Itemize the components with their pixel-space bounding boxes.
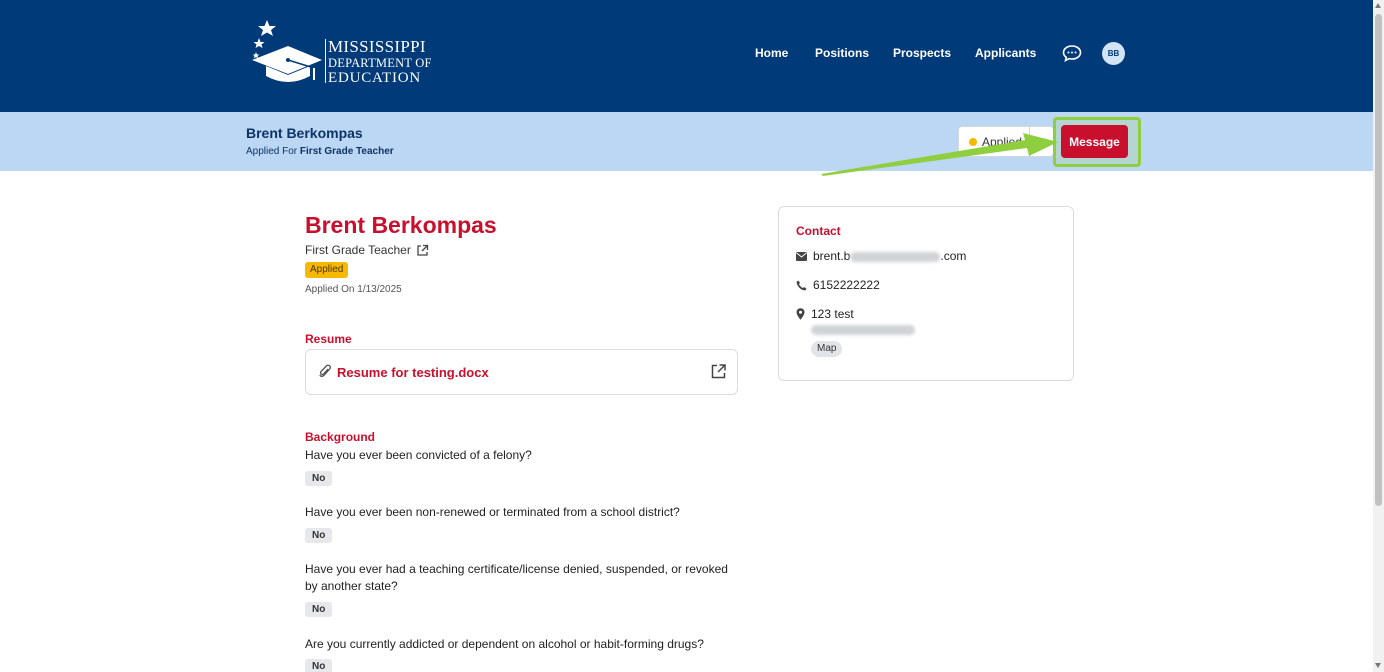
- map-button[interactable]: Map: [811, 341, 843, 357]
- graduation-cap-stars-logo: [252, 20, 322, 82]
- address-redacted: [811, 325, 915, 335]
- background-question: Have you ever had a teaching certificate…: [305, 562, 728, 593]
- candidate-name: Brent Berkompas: [305, 212, 497, 238]
- resume-section-title: Resume: [305, 332, 352, 346]
- contact-title: Contact: [796, 224, 841, 238]
- candidate-position-text: First Grade Teacher: [305, 243, 411, 257]
- candidate-position[interactable]: First Grade Teacher: [305, 243, 429, 257]
- nav-home[interactable]: Home: [755, 46, 788, 60]
- nav-applicants[interactable]: Applicants: [975, 46, 1036, 60]
- annotation-arrow: [821, 133, 1058, 176]
- external-link-icon[interactable]: [416, 244, 429, 257]
- contact-phone[interactable]: 6152222222: [813, 278, 880, 292]
- contact-card: Contact brent.b .com 6152222222 123 test …: [778, 206, 1074, 381]
- top-nav-bar: MISSISSIPPI DEPARTMENT OF EDUCATION Home…: [0, 0, 1373, 112]
- map-pin-icon: [796, 308, 805, 320]
- scroll-down-arrow-icon[interactable]: [1375, 663, 1381, 668]
- email-redacted: [850, 251, 941, 262]
- background-answer: No: [305, 471, 333, 486]
- scrollbar-thumb[interactable]: [1375, 14, 1382, 506]
- background-question: Are you currently addicted or dependent …: [305, 637, 704, 651]
- background-section-title: Background: [305, 430, 376, 444]
- scroll-up-arrow-icon[interactable]: [1375, 3, 1381, 8]
- nav-prospects[interactable]: Prospects: [893, 46, 951, 60]
- background-answer: No: [305, 528, 333, 543]
- subheader-applicant-name: Brent Berkompas: [246, 125, 363, 141]
- status-badge: Applied: [305, 262, 349, 278]
- contact-phone-row[interactable]: 6152222222: [796, 278, 880, 292]
- phone-icon: [796, 280, 807, 290]
- contact-address-line1: 123 test: [811, 307, 854, 321]
- applied-on-date: Applied On 1/13/2025: [305, 284, 402, 295]
- applicant-subheader: [0, 112, 1373, 171]
- logo-line-3: EDUCATION: [328, 69, 422, 86]
- background-answer: No: [305, 602, 333, 617]
- background-question: Have you ever been convicted of a felony…: [305, 448, 532, 462]
- logo-line-2: DEPARTMENT OF: [328, 56, 432, 70]
- page-scrollbar[interactable]: [1373, 0, 1384, 672]
- email-visible-end: .com: [940, 249, 967, 263]
- background-answer: No: [305, 659, 333, 672]
- applied-for-label: Applied For: [246, 146, 298, 157]
- user-avatar[interactable]: BB: [1102, 42, 1125, 65]
- logo-wordmark: MISSISSIPPI DEPARTMENT OF EDUCATION: [328, 38, 432, 86]
- contact-address-row: 123 test: [796, 307, 854, 321]
- resume-card[interactable]: Resume for testing.docx: [305, 349, 738, 395]
- subheader-applied-for: Applied For First Grade Teacher: [246, 146, 394, 157]
- contact-email[interactable]: brent.b .com: [813, 249, 966, 263]
- contact-email-row[interactable]: brent.b .com: [796, 249, 966, 263]
- background-question: Have you ever been non-renewed or termin…: [305, 505, 680, 519]
- logo-line-1: MISSISSIPPI: [328, 37, 426, 56]
- nav-positions[interactable]: Positions: [815, 46, 869, 60]
- email-visible-start: brent.b: [813, 249, 851, 263]
- message-button[interactable]: Message: [1061, 125, 1128, 158]
- external-link-icon[interactable]: [710, 363, 727, 380]
- applied-for-position[interactable]: First Grade Teacher: [300, 146, 394, 157]
- mde-logo[interactable]: MISSISSIPPI DEPARTMENT OF EDUCATION: [250, 18, 450, 86]
- paperclip-icon: [319, 364, 331, 378]
- logo-divider: [325, 39, 326, 83]
- resume-file-link[interactable]: Resume for testing.docx: [337, 365, 489, 380]
- chat-bubble-icon[interactable]: [1062, 44, 1082, 62]
- envelope-icon: [796, 251, 807, 261]
